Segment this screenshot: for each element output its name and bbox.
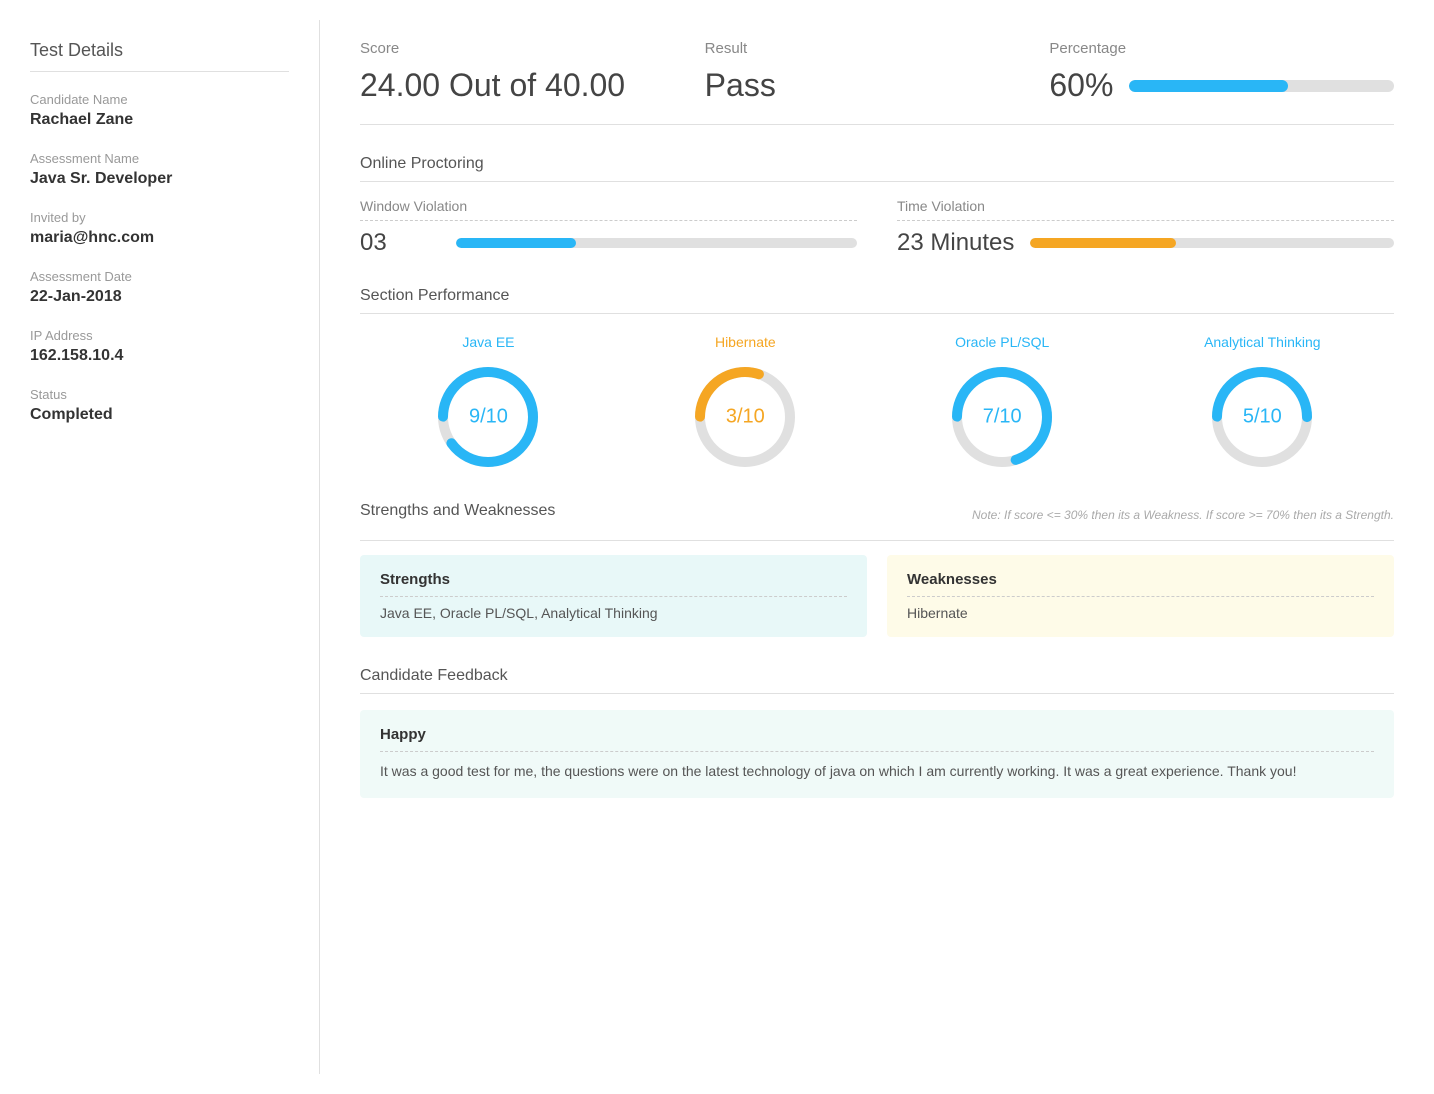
ip-address-field: IP Address 162.158.10.4 <box>30 328 289 365</box>
feedback-card: Happy It was a good test for me, the que… <box>360 710 1394 798</box>
donut-label: Oracle PL/SQL <box>955 334 1049 350</box>
strengths-content: Java EE, Oracle PL/SQL, Analytical Think… <box>380 605 847 621</box>
invited-by-field: Invited by maria@hnc.com <box>30 210 289 247</box>
strengths-title: Strengths <box>380 571 847 597</box>
sw-header-row: Strengths and Weaknesses Note: If score … <box>360 502 1394 528</box>
sw-note: Note: If score <= 30% then its a Weaknes… <box>972 508 1394 522</box>
feedback-section: Candidate Feedback Happy It was a good t… <box>360 667 1394 798</box>
performance-section: Section Performance Java EE 9/10 Hiberna… <box>360 287 1394 472</box>
sw-cards: Strengths Java EE, Oracle PL/SQL, Analyt… <box>360 555 1394 637</box>
donut-item-java-ee: Java EE 9/10 <box>433 334 543 472</box>
donut-label: Hibernate <box>715 334 776 350</box>
percentage-bar-fill <box>1129 80 1288 92</box>
donut-wrapper: 3/10 <box>690 362 800 472</box>
sidebar: Test Details Candidate Name Rachael Zane… <box>0 20 320 1074</box>
assessment-name-field: Assessment Name Java Sr. Developer <box>30 151 289 188</box>
donut-row: Java EE 9/10 Hibernate 3/10 Oracle PL/SQ… <box>360 334 1394 472</box>
status-value: Completed <box>30 406 289 424</box>
invited-by-label: Invited by <box>30 210 289 225</box>
proctoring-section: Online Proctoring Window Violation 03 Ti… <box>360 155 1394 257</box>
strengths-card: Strengths Java EE, Oracle PL/SQL, Analyt… <box>360 555 867 637</box>
score-col: Score 24.00 Out of 40.00 <box>360 40 705 104</box>
donut-item-analytical-thinking: Analytical Thinking 5/10 <box>1204 334 1320 472</box>
donut-score: 7/10 <box>983 406 1022 429</box>
score-value: 24.00 Out of 40.00 <box>360 67 705 104</box>
status-label: Status <box>30 387 289 402</box>
time-violation-label: Time Violation <box>897 198 1394 221</box>
window-violation-bar-fill <box>456 238 576 248</box>
score-row: Score 24.00 Out of 40.00 Result Pass Per… <box>360 40 1394 125</box>
assessment-date-value: 22-Jan-2018 <box>30 288 289 306</box>
candidate-name-field: Candidate Name Rachael Zane <box>30 92 289 129</box>
feedback-card-content: It was a good test for me, the questions… <box>380 760 1374 782</box>
time-violation-value: 23 Minutes <box>897 229 1014 257</box>
assessment-name-label: Assessment Name <box>30 151 289 166</box>
time-violation-row: 23 Minutes <box>897 229 1394 257</box>
donut-item-hibernate: Hibernate 3/10 <box>690 334 800 472</box>
candidate-name-value: Rachael Zane <box>30 111 289 129</box>
window-violation-label: Window Violation <box>360 198 857 221</box>
candidate-name-label: Candidate Name <box>30 92 289 107</box>
status-field: Status Completed <box>30 387 289 424</box>
sw-header: Strengths and Weaknesses <box>360 502 555 528</box>
donut-score: 5/10 <box>1243 406 1282 429</box>
performance-header: Section Performance <box>360 287 1394 314</box>
sw-section: Strengths and Weaknesses Note: If score … <box>360 502 1394 637</box>
donut-score: 3/10 <box>726 406 765 429</box>
percentage-bar <box>1129 80 1394 92</box>
assessment-name-value: Java Sr. Developer <box>30 170 289 188</box>
percentage-label: Percentage <box>1049 40 1394 57</box>
assessment-date-label: Assessment Date <box>30 269 289 284</box>
result-value: Pass <box>705 67 1050 104</box>
donut-wrapper: 7/10 <box>947 362 1057 472</box>
percentage-value: 60% <box>1049 67 1113 104</box>
percentage-col: Percentage 60% <box>1049 40 1394 104</box>
donut-label: Java EE <box>462 334 514 350</box>
weaknesses-title: Weaknesses <box>907 571 1374 597</box>
score-label: Score <box>360 40 705 57</box>
weaknesses-content: Hibernate <box>907 605 1374 621</box>
assessment-date-field: Assessment Date 22-Jan-2018 <box>30 269 289 306</box>
window-violation-bar <box>456 238 857 248</box>
donut-label: Analytical Thinking <box>1204 334 1320 350</box>
feedback-card-title: Happy <box>380 726 1374 752</box>
window-violation-row: 03 <box>360 229 857 257</box>
time-violation-bar <box>1030 238 1394 248</box>
window-violation-value: 03 <box>360 229 440 257</box>
percentage-row: 60% <box>1049 67 1394 104</box>
feedback-header: Candidate Feedback <box>360 667 1394 694</box>
result-label: Result <box>705 40 1050 57</box>
window-violation-item: Window Violation 03 <box>360 198 857 257</box>
proctoring-header: Online Proctoring <box>360 155 1394 182</box>
ip-address-label: IP Address <box>30 328 289 343</box>
time-violation-item: Time Violation 23 Minutes <box>897 198 1394 257</box>
weaknesses-card: Weaknesses Hibernate <box>887 555 1394 637</box>
ip-address-value: 162.158.10.4 <box>30 347 289 365</box>
sidebar-title: Test Details <box>30 40 289 72</box>
donut-wrapper: 5/10 <box>1207 362 1317 472</box>
time-violation-bar-fill <box>1030 238 1175 248</box>
result-col: Result Pass <box>705 40 1050 104</box>
invited-by-value: maria@hnc.com <box>30 229 289 247</box>
main-content: Score 24.00 Out of 40.00 Result Pass Per… <box>320 20 1434 1074</box>
donut-score: 9/10 <box>469 406 508 429</box>
donut-item-oracle-pl/sql: Oracle PL/SQL 7/10 <box>947 334 1057 472</box>
proctoring-row: Window Violation 03 Time Violation 23 Mi… <box>360 198 1394 257</box>
donut-wrapper: 9/10 <box>433 362 543 472</box>
